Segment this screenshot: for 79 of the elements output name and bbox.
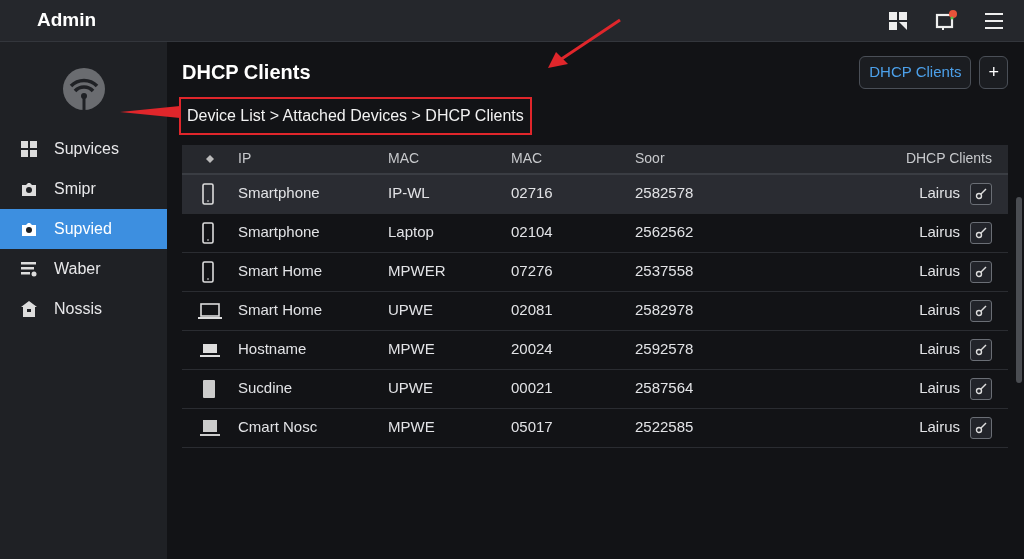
table-cell: 2582578	[635, 184, 694, 202]
add-button[interactable]: +	[979, 56, 1008, 89]
column-header[interactable]: MAC	[388, 148, 511, 169]
table-cell: Lairus	[919, 418, 960, 435]
key-icon	[975, 227, 987, 239]
table-cell: 2537558	[635, 262, 694, 280]
sidebar-item[interactable]: Smipr	[0, 169, 167, 209]
table-cell: Lairus	[919, 301, 960, 318]
table-row[interactable]: Smartphone Laptop 02104 2562562 Lairus	[182, 213, 1008, 253]
table-cell: 02716	[511, 184, 553, 202]
scrollbar[interactable]	[1016, 197, 1022, 383]
table-cell: UPWE	[388, 379, 433, 397]
column-header[interactable]: DHCP Clients	[785, 148, 1008, 169]
table-cell: 05017	[511, 418, 553, 436]
table-cell: Lairus	[919, 223, 960, 240]
sidebar-item[interactable]: Supvices	[0, 129, 167, 169]
key-button[interactable]	[970, 378, 992, 400]
table-cell: Lairus	[919, 340, 960, 357]
table-cell: IP-WL	[388, 184, 430, 202]
table-cell: MPWER	[388, 262, 446, 280]
table-cell: Smartphone	[238, 184, 320, 202]
table-cell: MPWE	[388, 418, 435, 436]
table-cell: 2562562	[635, 223, 694, 241]
table-cell: 20024	[511, 340, 553, 358]
table-cell: 2592578	[635, 340, 694, 358]
table-cell: 07276	[511, 262, 553, 280]
table-cell: Lairus	[919, 379, 960, 396]
table-row[interactable]: Hostname MPWE 20024 2592578 Lairus	[182, 330, 1008, 370]
key-button[interactable]	[970, 261, 992, 283]
dhcp-clients-button[interactable]: DHCP Clients	[859, 56, 972, 89]
key-button[interactable]	[970, 417, 992, 439]
breadcrumb: Device List > Attached Devices > DHCP Clients	[179, 96, 532, 135]
key-icon	[975, 188, 987, 200]
table-row[interactable]: Smart Home UPWE 02081 2582978 Lairus	[182, 291, 1008, 331]
table-cell: 2522585	[635, 418, 694, 436]
table-cell: UPWE	[388, 301, 433, 319]
page-title: DHCP Clients	[182, 60, 311, 86]
column-header[interactable]: Soor	[635, 148, 785, 169]
table-cell: 2587564	[635, 379, 694, 397]
key-icon	[975, 305, 987, 317]
monitor-icon[interactable]	[934, 8, 958, 33]
column-header[interactable]: MAC	[511, 148, 635, 169]
camera-icon	[20, 220, 38, 238]
column-header[interactable]: IP	[238, 148, 388, 169]
list-icon	[20, 260, 38, 278]
sidebar-item[interactable]: Waber	[0, 249, 167, 289]
key-button[interactable]	[970, 183, 992, 205]
key-icon	[975, 383, 987, 395]
table-cell: Smartphone	[238, 223, 320, 241]
table-cell: Cmart Nosc	[238, 418, 318, 436]
table-cell: Smart Home	[238, 301, 323, 319]
key-button[interactable]	[970, 339, 992, 361]
table-row[interactable]: Cmart Nosc MPWE 05017 2522585 Lairus	[182, 408, 1008, 448]
table-cell: Lairus	[919, 184, 960, 201]
table-cell: 02081	[511, 301, 553, 319]
table-cell: Smart Home	[238, 262, 323, 280]
table-cell: 2582978	[635, 301, 694, 319]
camera-icon	[20, 180, 38, 198]
home-icon	[20, 300, 38, 318]
table-cell: MPWE	[388, 340, 435, 358]
app-title: Admin	[37, 8, 97, 33]
table-cell: Lairus	[919, 262, 960, 279]
table-cell: 02104	[511, 223, 553, 241]
table-row[interactable]: Smartphone IP-WL 02716 2582578 Lairus	[182, 174, 1008, 214]
table-cell: Laptop	[388, 223, 434, 241]
table-cell: Hostname	[238, 340, 307, 358]
sort-icon[interactable]	[206, 154, 214, 163]
grid-icon	[20, 140, 38, 158]
key-icon	[975, 422, 987, 434]
table-row[interactable]: Sucdine UPWE 00021 2587564 Lairus	[182, 369, 1008, 409]
table-cell: 00021	[511, 379, 553, 397]
table-cell: Sucdine	[238, 379, 293, 397]
key-icon	[975, 344, 987, 356]
sidebar-item[interactable]: Nossis	[0, 289, 167, 329]
key-button[interactable]	[970, 222, 992, 244]
table-row[interactable]: Smart Home MPWER 07276 2537558 Lairus	[182, 252, 1008, 292]
wifi-logo-icon	[61, 67, 106, 111]
key-button[interactable]	[970, 300, 992, 322]
key-icon	[975, 266, 987, 278]
